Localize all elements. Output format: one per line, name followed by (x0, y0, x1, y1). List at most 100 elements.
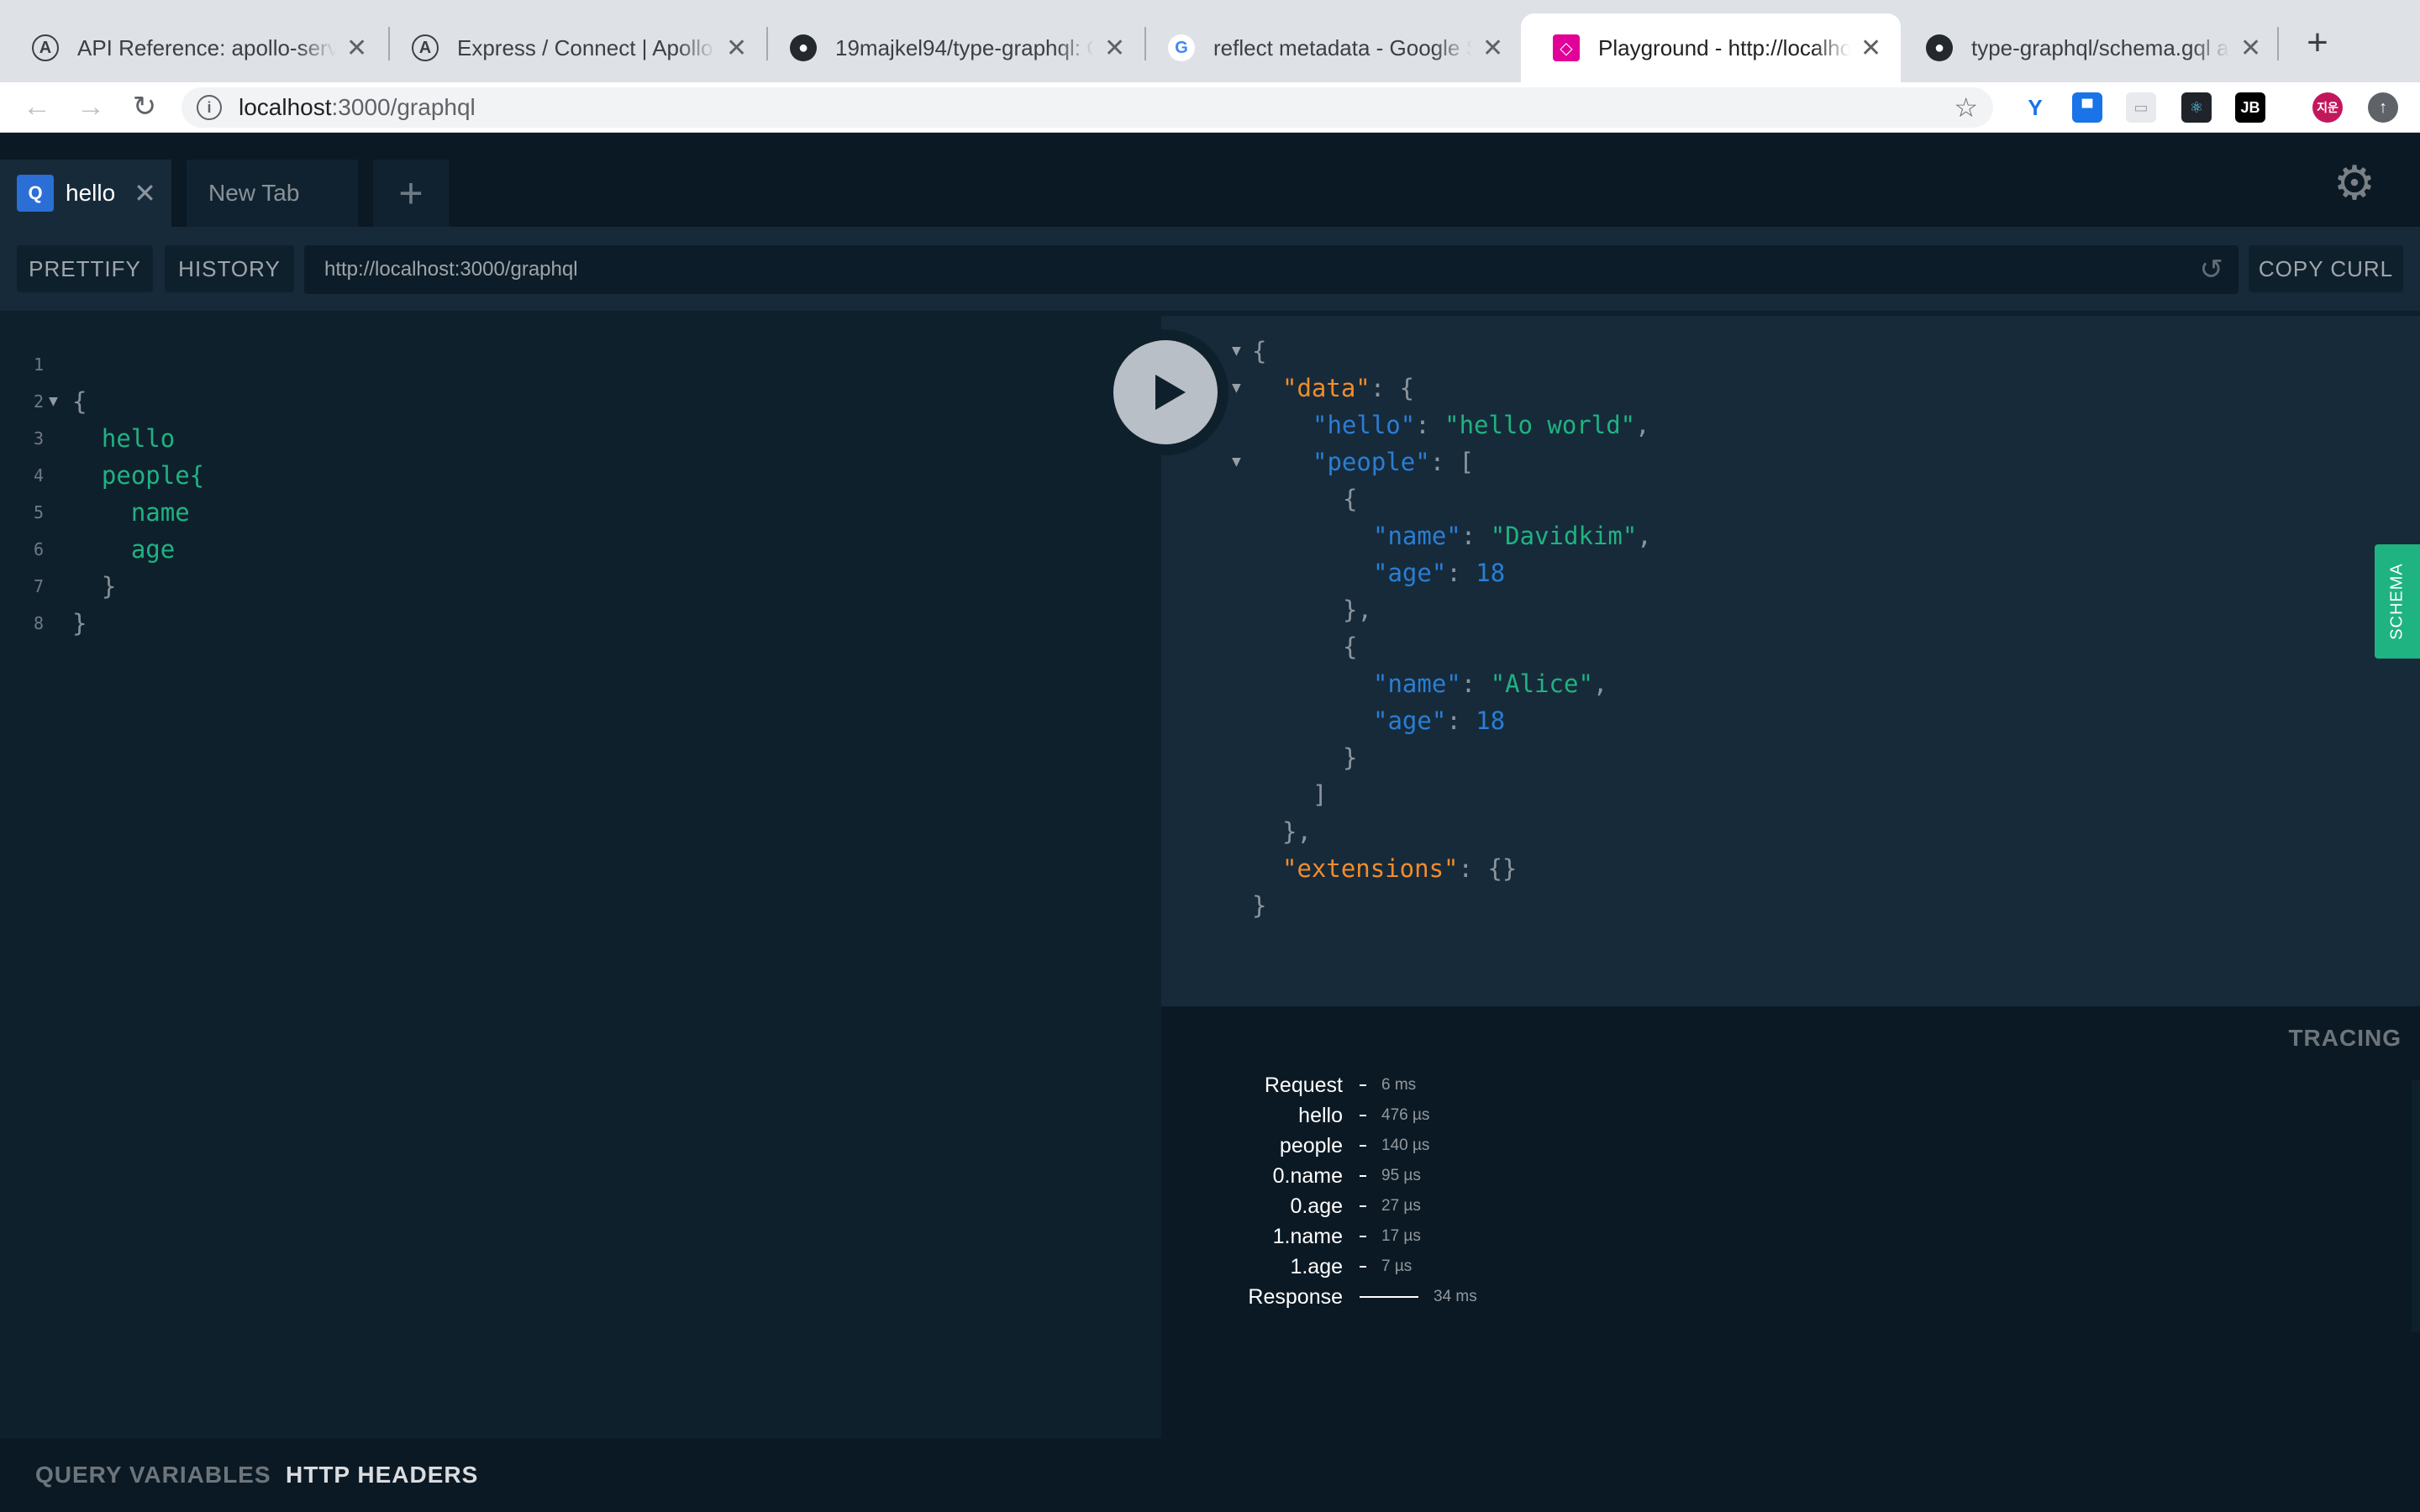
browser-toolbar: ← → ↻ i localhost:3000/graphql ☆ Y ▀ ▭ ⚛… (0, 82, 2420, 133)
fold-arrow-icon[interactable]: ▼ (49, 383, 58, 420)
prettify-button[interactable]: PRETTIFY (17, 245, 153, 292)
address-url[interactable]: localhost:3000/graphql (239, 87, 476, 128)
tracing-duration: 34 ms (1434, 1288, 1477, 1305)
google-icon: G (1168, 34, 1195, 61)
tracing-scrollbar[interactable] (2412, 1080, 2420, 1332)
info-icon[interactable]: i (197, 95, 222, 120)
json-string: "Davidkim" (1490, 522, 1638, 550)
json-string: "hello world" (1444, 411, 1636, 439)
vuejs-extension-icon[interactable]: Y (2020, 92, 2050, 123)
tracing-duration-bar (1360, 1175, 1366, 1177)
back-icon[interactable]: ← (17, 87, 57, 128)
browser-tab-strip: A API Reference: apollo-server ✕ A Expre… (0, 0, 2420, 82)
editor-bottom-bar: QUERY VARIABLES HTTP HEADERS (0, 1438, 1161, 1512)
json-key: "people" (1313, 448, 1430, 476)
tracing-duration-bar (1360, 1266, 1366, 1268)
close-icon[interactable]: ✕ (346, 34, 367, 63)
browser-tab-apollo-api[interactable]: A API Reference: apollo-server ✕ (0, 13, 387, 82)
tracing-duration: 17 µs (1381, 1227, 1421, 1245)
tracing-row: hello 476 µs (1161, 1100, 1429, 1131)
tracing-row: 1.age 7 µs (1161, 1252, 1412, 1282)
playground-tab-bar: Q hello ✕ New Tab + ⚙ (0, 133, 2420, 227)
profile-avatar[interactable]: 지운 (2312, 92, 2343, 123)
address-bar[interactable]: i localhost:3000/graphql ☆ (182, 87, 1993, 128)
tracing-duration: 27 µs (1381, 1197, 1421, 1215)
close-icon[interactable]: ✕ (726, 34, 747, 63)
browser-tab-schema-gql[interactable]: ● type-graphql/schema.gql at ✕ (1894, 13, 2281, 82)
new-tab-button[interactable]: + (2296, 22, 2339, 66)
apollo-icon: A (412, 34, 439, 61)
close-icon[interactable]: ✕ (2240, 34, 2261, 63)
code-text: name (72, 498, 190, 527)
json-key: "name" (1373, 522, 1461, 550)
tracing-duration: 140 µs (1381, 1137, 1430, 1154)
json-empty-object: {} (1487, 854, 1518, 883)
query-tab-label: New Tab (208, 180, 300, 206)
endpoint-url[interactable]: http://localhost:3000/graphql (324, 245, 578, 294)
close-icon[interactable]: ✕ (1860, 34, 1881, 63)
copy-curl-button[interactable]: COPY CURL (2249, 245, 2403, 292)
history-button[interactable]: HISTORY (165, 245, 294, 292)
tracing-duration: 476 µs (1381, 1106, 1430, 1124)
reload-schema-icon[interactable]: ↺ (2200, 245, 2224, 294)
graphql-icon: ◇ (1553, 34, 1580, 61)
tab-title: Express / Connect | Apollo Server (457, 34, 716, 60)
close-icon[interactable]: ✕ (134, 177, 156, 209)
browser-tab-apollo-express[interactable]: A Express / Connect | Apollo Server ✕ (380, 13, 766, 82)
code-text: } (72, 609, 87, 638)
close-icon[interactable]: ✕ (1104, 34, 1125, 63)
json-number: 18 (1476, 706, 1506, 735)
json-key: "extensions" (1282, 854, 1459, 883)
tracing-duration-bar (1360, 1205, 1366, 1207)
playground-toolbar: PRETTIFY HISTORY http://localhost:3000/g… (0, 227, 2420, 311)
fold-arrow-icon[interactable]: ▼ (1232, 333, 1241, 370)
json-key: "age" (1373, 559, 1447, 587)
tracing-field-name: 0.age (1290, 1194, 1343, 1218)
tracing-field-name: 0.name (1272, 1164, 1343, 1188)
query-variables-tab[interactable]: QUERY VARIABLES (35, 1438, 271, 1512)
tracing-field-name: hello (1298, 1104, 1343, 1127)
tab-title: API Reference: apollo-server (77, 34, 336, 60)
browser-tab-type-graphql[interactable]: ● 19majkel94/type-graphql: Create ✕ (758, 13, 1144, 82)
presentation-extension-icon[interactable]: ▀ (2072, 92, 2102, 123)
fold-arrow-icon[interactable]: ▼ (1232, 444, 1241, 480)
reload-icon[interactable]: ↻ (124, 87, 165, 128)
tab-title: 19majkel94/type-graphql: Create (835, 34, 1094, 60)
tracing-duration-bar (1360, 1236, 1366, 1237)
code-text: people{ (72, 461, 205, 490)
query-badge: Q (17, 175, 54, 212)
forward-icon[interactable]: → (71, 87, 111, 128)
github-icon: ● (1926, 34, 1953, 61)
settings-gear-icon[interactable]: ⚙ (2329, 158, 2380, 208)
jetbrains-extension-icon[interactable]: JB (2235, 92, 2265, 123)
browser-tab-google[interactable]: G reflect metadata - Google Search ✕ (1136, 13, 1523, 82)
code-text: hello (72, 424, 176, 453)
url-host: localhost (239, 94, 332, 120)
endpoint-input[interactable]: http://localhost:3000/graphql ↺ (304, 245, 2238, 294)
close-icon[interactable]: ✕ (1482, 34, 1503, 63)
fold-arrow-icon[interactable]: ▼ (1232, 370, 1241, 407)
react-devtools-icon[interactable]: ⚛ (2181, 92, 2212, 123)
json-number: 18 (1476, 559, 1506, 587)
query-tab-label: hello (66, 180, 116, 206)
http-headers-tab[interactable]: HTTP HEADERS (286, 1438, 478, 1512)
tracing-row: people 140 µs (1161, 1131, 1430, 1161)
tracing-field-name: 1.age (1290, 1255, 1343, 1278)
window-extension-icon[interactable]: ▭ (2126, 92, 2156, 123)
query-tab-new[interactable]: New Tab (187, 160, 358, 227)
schema-tab[interactable]: SCHEMA (2375, 544, 2420, 659)
graphql-playground: Q hello ✕ New Tab + ⚙ PRETTIFY HISTORY h… (0, 133, 2420, 1512)
browser-tab-playground[interactable]: ◇ Playground - http://localhost:3000 ✕ (1521, 13, 1901, 82)
query-editor[interactable]: 1 2 ▼ { 3 hello 4 people{ 5 name 6 age 7 }… (0, 316, 1161, 1438)
tracing-row: 0.age 27 µs (1161, 1191, 1420, 1221)
tracing-row: 1.name 17 µs (1161, 1221, 1421, 1252)
result-pane: ▼{ ▼ "data": { "hello": "hello world", ▼ "… (1161, 316, 2420, 1006)
tracing-duration-bar (1360, 1145, 1366, 1147)
github-icon: ● (790, 34, 817, 61)
tracing-panel: TRACING Request 6 ms hello 476 µs people 140 … (1161, 1006, 2420, 1512)
query-tab-hello[interactable]: Q hello ✕ (0, 160, 171, 227)
add-tab-button[interactable]: + (373, 160, 449, 227)
update-icon[interactable]: ↑ (2368, 92, 2398, 123)
apollo-icon: A (32, 34, 59, 61)
bookmark-star-icon[interactable]: ☆ (1954, 87, 1978, 128)
